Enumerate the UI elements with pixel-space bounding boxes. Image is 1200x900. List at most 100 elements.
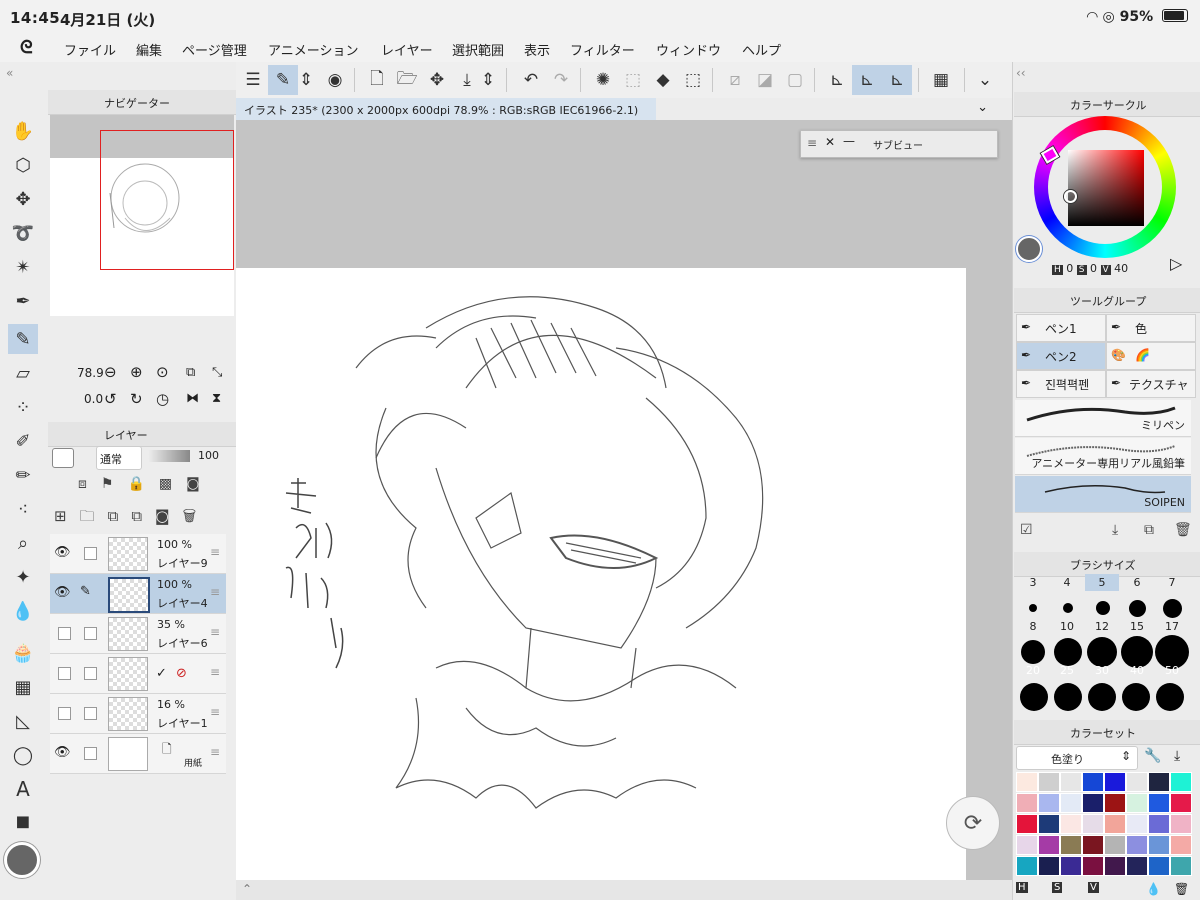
drag-handle-icon[interactable]: ≡ bbox=[210, 585, 220, 599]
reset-rotation-icon[interactable]: ◷ bbox=[156, 390, 169, 408]
color-swatch[interactable] bbox=[1060, 772, 1082, 792]
brush-size-dot[interactable] bbox=[1122, 683, 1150, 711]
clip-icon[interactable]: ⧈ bbox=[78, 476, 101, 492]
color-swatch[interactable] bbox=[1126, 835, 1148, 855]
tool-group-item[interactable]: ✒ 色 bbox=[1106, 314, 1196, 342]
color-swatch[interactable] bbox=[1016, 814, 1038, 834]
eraser-icon[interactable]: ▱ bbox=[8, 358, 38, 388]
color-swatch[interactable] bbox=[1170, 856, 1192, 876]
brush-item[interactable]: アニメーター専用リアル風鉛筆 bbox=[1015, 438, 1191, 475]
brush-size-dot[interactable] bbox=[1020, 683, 1048, 711]
main-color-swatch[interactable] bbox=[4, 842, 40, 878]
brush-size-label[interactable]: 17 bbox=[1155, 620, 1189, 633]
import-icon[interactable]: ⤓ bbox=[1174, 748, 1180, 764]
airbrush-icon[interactable]: ⁘ bbox=[8, 392, 38, 422]
stepper-icon[interactable]: ⇕ bbox=[296, 65, 316, 95]
actual-size-icon[interactable]: ⤡ bbox=[212, 365, 222, 380]
brush-size-dot[interactable] bbox=[1129, 600, 1146, 617]
layer-checkbox[interactable] bbox=[84, 627, 97, 640]
color-swatch[interactable] bbox=[1082, 835, 1104, 855]
mask-add-icon[interactable]: ◙ bbox=[155, 507, 183, 525]
layer-checkbox[interactable] bbox=[84, 667, 97, 680]
color-swatch[interactable] bbox=[1126, 856, 1148, 876]
color-swatch[interactable] bbox=[1060, 814, 1082, 834]
color-set-select[interactable]: 色塗り ⇕ bbox=[1016, 746, 1138, 770]
brush-size-dot[interactable] bbox=[1029, 604, 1037, 612]
color-swatch[interactable] bbox=[1038, 835, 1060, 855]
import-brush-icon[interactable]: ⤓ bbox=[1112, 522, 1118, 538]
layer-color-box[interactable] bbox=[52, 448, 74, 468]
color-swatch[interactable] bbox=[1082, 793, 1104, 813]
visibility-checkbox[interactable] bbox=[58, 627, 71, 640]
visibility-checkbox[interactable] bbox=[58, 707, 71, 720]
color-swatch[interactable] bbox=[1104, 793, 1126, 813]
opacity-slider[interactable] bbox=[148, 450, 190, 462]
color-swatch[interactable] bbox=[1038, 772, 1060, 792]
drop-icon[interactable]: 💧 bbox=[1146, 882, 1161, 896]
fit-window-icon[interactable]: ⧉ bbox=[186, 365, 195, 380]
pencil-icon[interactable]: ✏ bbox=[8, 460, 38, 490]
deselect-icon[interactable]: ⧄ bbox=[720, 65, 750, 95]
layer-row[interactable]: ✓ ⊘ ≡ bbox=[50, 654, 226, 694]
trash-icon[interactable]: 🗑 bbox=[1174, 522, 1192, 538]
wrench-icon[interactable]: 🔧 bbox=[1144, 748, 1161, 764]
brush-size-label[interactable]: 3 bbox=[1016, 576, 1050, 589]
brush-size-label[interactable]: 40 bbox=[1120, 664, 1154, 677]
stepper-icon[interactable]: ⇕ bbox=[478, 65, 498, 95]
color-swatch[interactable] bbox=[1148, 835, 1170, 855]
menu-filter[interactable]: フィルター bbox=[570, 40, 635, 59]
brush-size-label[interactable]: 7 bbox=[1155, 576, 1189, 589]
color-swatch[interactable] bbox=[1016, 772, 1038, 792]
color-swatch[interactable] bbox=[1170, 793, 1192, 813]
text-icon[interactable]: A bbox=[8, 774, 38, 804]
color-swatch[interactable] bbox=[1016, 856, 1038, 876]
lasso-icon[interactable]: ➰ bbox=[8, 218, 38, 248]
pen-pressure-icon[interactable]: ✎ bbox=[268, 65, 298, 95]
rotate-left-icon[interactable]: ↺ bbox=[104, 390, 117, 408]
color-swatch[interactable] bbox=[1148, 793, 1170, 813]
color-swatch[interactable] bbox=[1016, 835, 1038, 855]
menu-edit[interactable]: 編集 bbox=[136, 40, 162, 59]
balloon-icon[interactable]: ◯ bbox=[8, 740, 38, 770]
drag-handle-icon[interactable]: ≡ bbox=[807, 136, 817, 150]
gradient-tool-icon[interactable]: ▦ bbox=[8, 672, 38, 702]
layer-row[interactable]: 👁 100 % レイヤー9 ≡ bbox=[50, 534, 226, 574]
menu-window[interactable]: ウィンドウ bbox=[656, 40, 721, 59]
menu-view[interactable]: 表示 bbox=[524, 40, 550, 59]
layer-row[interactable]: 35 % レイヤー6 ≡ bbox=[50, 614, 226, 654]
color-swatch[interactable] bbox=[1082, 772, 1104, 792]
reference-icon[interactable]: ⚑ bbox=[101, 476, 128, 492]
brush-size-dot[interactable] bbox=[1063, 603, 1073, 613]
saturation-value-square[interactable] bbox=[1068, 150, 1144, 226]
auto-select-icon[interactable]: ✴ bbox=[8, 252, 38, 282]
visibility-checkbox[interactable] bbox=[58, 667, 71, 680]
lock-alpha-icon[interactable]: ▩ bbox=[159, 476, 186, 492]
color-swatch[interactable] bbox=[1060, 793, 1082, 813]
color-swatch[interactable] bbox=[1126, 793, 1148, 813]
clear-icon[interactable]: ✺ bbox=[588, 65, 618, 95]
color-swatch[interactable] bbox=[1170, 772, 1192, 792]
app-logo-icon[interactable]: ᘓ bbox=[20, 37, 33, 58]
chevron-down-icon[interactable]: ⌄ bbox=[977, 100, 988, 115]
tool-group-item[interactable]: ✒ テクスチャ bbox=[1106, 370, 1196, 398]
color-swatch[interactable] bbox=[1126, 814, 1148, 834]
lock-icon[interactable]: 🔒 bbox=[127, 476, 158, 492]
color-swatch[interactable] bbox=[1170, 814, 1192, 834]
drag-handle-icon[interactable]: ≡ bbox=[210, 705, 220, 719]
duplicate-brush-icon[interactable]: ⧉ bbox=[1144, 522, 1154, 538]
color-swatch[interactable] bbox=[1126, 772, 1148, 792]
new-folder-icon[interactable]: 🗀 bbox=[80, 507, 108, 525]
drag-handle-icon[interactable]: ≡ bbox=[210, 665, 220, 679]
drag-handle-icon[interactable]: ≡ bbox=[210, 625, 220, 639]
new-icon[interactable]: 🗋 bbox=[362, 65, 392, 95]
quick-access-icon[interactable]: ⟳ bbox=[946, 796, 1000, 850]
undo-icon[interactable]: ↶ bbox=[516, 65, 546, 95]
color-swatch[interactable] bbox=[1104, 835, 1126, 855]
chevron-down-icon[interactable]: ⌄ bbox=[970, 65, 1000, 95]
tool-group-item[interactable]: ✒ ペン2 bbox=[1016, 342, 1106, 370]
brush-item[interactable]: SOIPEN bbox=[1015, 476, 1191, 513]
blend-mode-select[interactable]: 通常 bbox=[96, 446, 142, 470]
menu-file[interactable]: ファイル bbox=[64, 40, 116, 59]
menu-animation[interactable]: アニメーション bbox=[268, 40, 358, 59]
color-swatch[interactable] bbox=[1016, 793, 1038, 813]
